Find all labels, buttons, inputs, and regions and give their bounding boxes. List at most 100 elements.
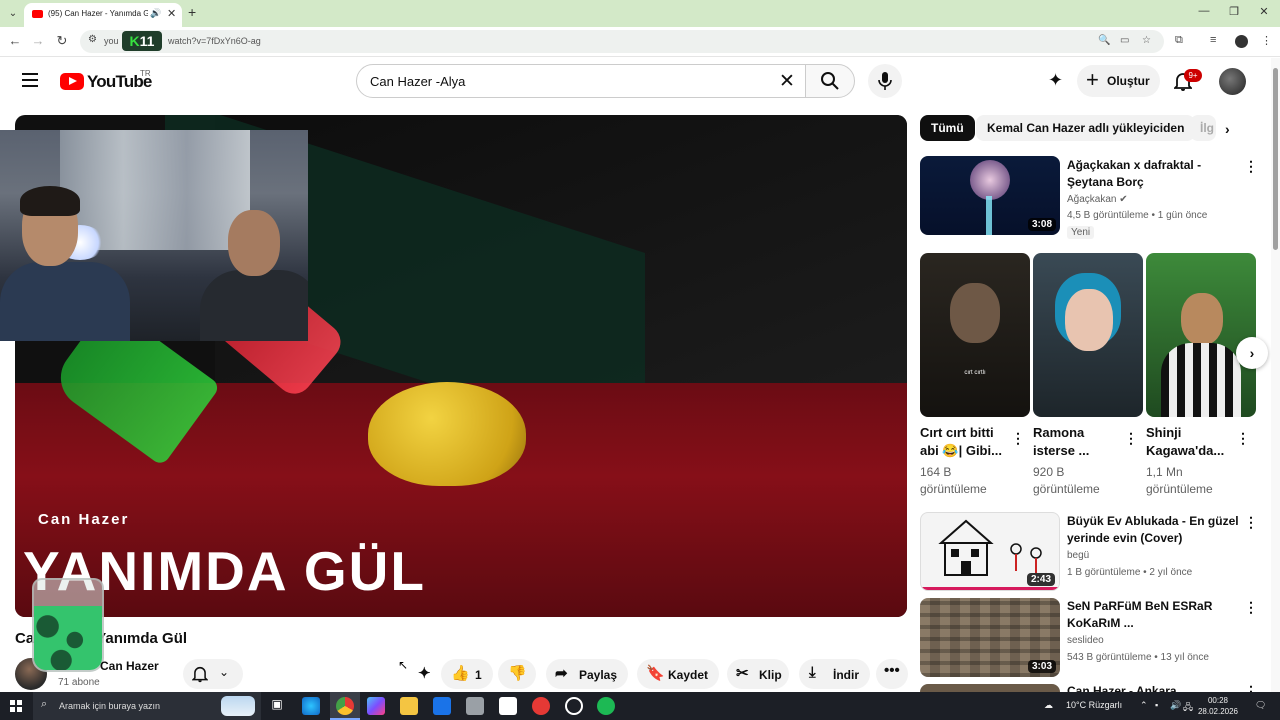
video-title-line[interactable]: Şeytana Borç — [1067, 174, 1144, 191]
chip-from-uploader[interactable]: Kemal Can Hazer adlı yükleyiciden — [976, 115, 1196, 141]
more-vert-icon[interactable]: ⋮ — [1124, 430, 1138, 447]
like-button[interactable]: 👍 1 — [441, 659, 493, 689]
short-title-line[interactable]: abi 😂| Gibi... — [920, 442, 1010, 460]
video-title-line[interactable]: KoKaRıM ... — [1067, 615, 1134, 632]
account-avatar[interactable] — [1219, 68, 1246, 95]
minimize-icon[interactable]: — — [1194, 5, 1214, 17]
chevron-right-icon[interactable]: › — [1225, 121, 1230, 137]
volume-icon[interactable]: 🔊 — [1170, 700, 1181, 711]
ask-ai-button[interactable]: ✦ — [414, 659, 440, 689]
site-info-icon[interactable]: ⚙ — [88, 34, 97, 45]
shorts-next-button[interactable]: › — [1236, 337, 1268, 369]
video-thumbnail[interactable]: 3:08 — [920, 156, 1060, 235]
video-title-line[interactable]: Can Hazer - Ankara — [1067, 683, 1177, 692]
dislike-button[interactable]: 👎 — [498, 659, 536, 689]
clear-search-icon[interactable]: ✕ — [779, 70, 795, 93]
search-button[interactable] — [805, 64, 855, 98]
channel-name[interactable]: Can Hazer — [100, 659, 159, 673]
more-actions-button[interactable]: ••• — [876, 659, 908, 689]
more-vert-icon[interactable]: ⋮ — [1236, 430, 1250, 447]
bookmark-star-icon[interactable]: ☆ — [1142, 35, 1151, 46]
more-vert-icon[interactable]: ⋮ — [1244, 158, 1258, 175]
app-icon[interactable] — [466, 697, 484, 715]
voice-search-button[interactable] — [868, 64, 902, 98]
tray-chevron-icon[interactable]: ⌃ — [1140, 700, 1148, 711]
video-title-line[interactable]: SeN PaRFüM BeN ESRaR — [1067, 598, 1212, 615]
task-view-icon[interactable]: ▣ — [268, 697, 286, 715]
more-vert-icon[interactable]: ⋮ — [1244, 599, 1258, 616]
download-button[interactable]: ⤓ İndir — [799, 659, 870, 689]
chrome-icon[interactable] — [336, 697, 354, 715]
audio-playing-icon[interactable]: 🔊 — [150, 8, 161, 19]
app-red-icon[interactable] — [532, 697, 550, 715]
create-button[interactable]: + Oluştur — [1077, 65, 1160, 97]
extensions-icon[interactable]: ⧉ — [1175, 34, 1183, 47]
notification-center-icon[interactable]: 🗨 — [1255, 700, 1266, 711]
thumbnail-figure — [970, 160, 1010, 200]
mail-icon[interactable] — [433, 697, 451, 715]
video-channel: begü — [1067, 550, 1090, 561]
subscription-button[interactable]: ⌄ — [183, 659, 243, 689]
file-explorer-icon[interactable] — [400, 697, 418, 715]
video-title-line[interactable]: Ağaçkakan x dafraktal - — [1067, 157, 1201, 174]
edge-icon[interactable] — [302, 697, 320, 715]
spotify-icon[interactable] — [597, 697, 615, 715]
windows-start-icon[interactable] — [10, 700, 22, 712]
app-clock-icon[interactable] — [565, 697, 583, 715]
chip-all[interactable]: Tümü — [920, 115, 975, 141]
video-thumbnail[interactable]: 2:43 — [920, 512, 1060, 591]
short-views-label: görüntüleme — [1033, 482, 1100, 496]
zoom-icon[interactable]: 🔍 — [1098, 35, 1110, 46]
browser-menu-icon[interactable]: ⋮ — [1261, 34, 1272, 47]
forward-icon[interactable]: → — [29, 33, 47, 48]
restore-icon[interactable]: ❐ — [1224, 5, 1244, 18]
video-channel: seslideo — [1067, 635, 1104, 646]
tab-search-icon[interactable]: ⌄ — [4, 5, 22, 22]
short-title-line[interactable]: Ramona — [1033, 424, 1123, 442]
clip-button[interactable]: ✂ Klip — [727, 659, 789, 689]
new-tab-icon[interactable]: + — [188, 4, 196, 20]
short-title-line[interactable]: Kagawa'da... — [1146, 442, 1236, 460]
short-thumbnail[interactable] — [1033, 253, 1143, 417]
share-button[interactable]: ➦ Paylaş — [546, 659, 628, 689]
system-clock[interactable]: 00:28 28.02.2026 — [1195, 695, 1241, 717]
video-title-line[interactable]: Büyük Ev Ablukada - En güzel — [1067, 513, 1239, 530]
youtube-logo[interactable]: YouTube TR — [60, 69, 156, 93]
jar-fill — [34, 606, 102, 670]
back-icon[interactable]: ← — [6, 33, 24, 48]
weather-icon[interactable]: ☁ — [1044, 700, 1053, 711]
more-vert-icon[interactable]: ⋮ — [1244, 514, 1258, 531]
address-bar[interactable]: ⚙ you K11 watch?v=7fDxYn6O-ag 🔍 ▭ ☆ — [80, 30, 1164, 53]
more-vert-icon[interactable]: ⋮ — [1011, 430, 1025, 447]
taskbar-search-input[interactable]: ⌕ Aramak için buraya yazın — [33, 692, 261, 720]
gemini-ask-icon[interactable]: ✦ — [1048, 70, 1063, 91]
window-close-icon[interactable]: ✕ — [1254, 5, 1274, 18]
scrollbar-thumb[interactable] — [1273, 68, 1278, 250]
short-title-line[interactable]: Shinji — [1146, 424, 1236, 442]
search-input[interactable]: Can Hazer -Alya ✕ — [356, 64, 806, 98]
short-title-line[interactable]: isterse ... — [1033, 442, 1123, 460]
store-icon[interactable] — [499, 697, 517, 715]
chip-related[interactable]: İlg — [1190, 115, 1216, 141]
cast-icon[interactable]: ▭ — [1120, 35, 1129, 46]
more-vert-icon[interactable]: ⋮ — [1244, 683, 1258, 692]
like-count: 1 — [475, 668, 482, 682]
tray-app-icon[interactable]: ▪ — [1155, 700, 1158, 710]
reload-icon[interactable]: ↻ — [53, 33, 71, 49]
weather-text[interactable]: 10°C Rüzgarlı — [1066, 700, 1122, 710]
guide-menu-icon[interactable] — [22, 73, 38, 87]
download-icon: ⤓ — [809, 664, 816, 681]
profile-avatar-icon[interactable] — [1235, 35, 1248, 48]
save-button[interactable]: 🔖 Kaydet — [637, 659, 719, 689]
video-thumbnail[interactable]: 3:03 — [920, 598, 1060, 677]
browser-tab[interactable]: (95) Can Hazer - Yanımda Gül 🔊 ✕ — [24, 3, 182, 27]
network-icon[interactable]: 🖧 — [1183, 700, 1193, 716]
video-title-line[interactable]: yerinde evin (Cover) — [1067, 530, 1182, 547]
copilot-icon[interactable] — [367, 697, 385, 715]
tab-close-icon[interactable]: ✕ — [167, 7, 176, 20]
short-thumbnail[interactable]: cırt cırtlı — [920, 253, 1030, 417]
video-thumbnail[interactable] — [920, 684, 1060, 692]
short-thumbnail[interactable] — [1146, 253, 1256, 417]
media-control-icon[interactable]: ≡ — [1210, 34, 1216, 46]
short-title-line[interactable]: Cırt cırt bitti — [920, 424, 1010, 442]
